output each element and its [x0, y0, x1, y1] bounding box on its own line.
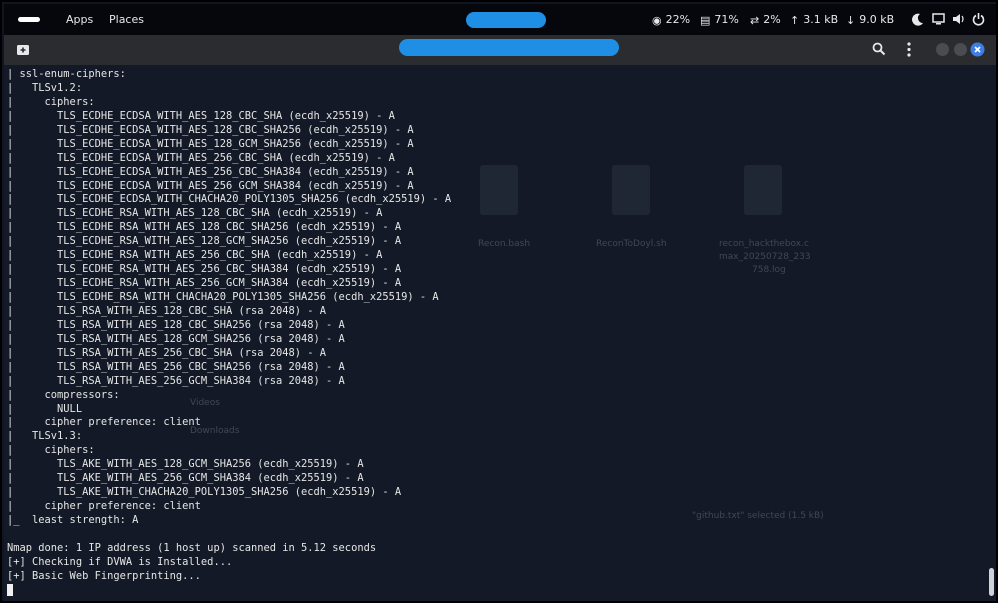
terminal-line: | cipher preference: client	[7, 500, 201, 513]
terminal-line: |_ least strength: A	[7, 514, 139, 526]
terminal-line: | TLS_ECDHE_ECDSA_WITH_CHACHA20_POLY1305…	[7, 193, 452, 206]
cpu-icon: ◉	[652, 13, 662, 27]
terminal-line: [+] Checking if DVWA is Installed...	[7, 555, 233, 568]
terminal-line: | ciphers:	[7, 95, 95, 108]
bg-file-label: recon_hackthebox.c	[719, 239, 809, 249]
terminal-line: | TLS_ECDHE_ECDSA_WITH_AES_128_CBC_SHA25…	[7, 123, 414, 136]
terminal-line: | NULL	[7, 402, 83, 415]
terminal-line: | TLS_ECDHE_ECDSA_WITH_AES_256_CBC_SHA38…	[7, 165, 414, 178]
new-tab-icon[interactable]	[16, 43, 30, 56]
bg-file-icon	[480, 165, 518, 215]
redacted-clock	[466, 12, 546, 28]
terminal-line: | TLS_AKE_WITH_CHACHA20_POLY1305_SHA256 …	[7, 486, 402, 499]
terminal-line: | TLS_ECDHE_RSA_WITH_AES_256_GCM_SHA384 …	[7, 277, 402, 290]
memory-value: 71%	[714, 13, 739, 26]
download-value: 9.0 kB	[859, 13, 895, 26]
terminal-view[interactable]: Recon.bash ReconToDoyl.sh recon_hacktheb…	[4, 65, 996, 601]
apps-menu[interactable]: Apps	[66, 4, 93, 35]
bg-file-icon	[612, 165, 650, 215]
terminal-headerbar	[4, 35, 996, 65]
download-arrow-icon: ↓	[846, 13, 856, 27]
terminal-line: Nmap done: 1 IP address (1 host up) scan…	[7, 541, 377, 554]
terminal-line: | TLS_ECDHE_RSA_WITH_AES_128_CBC_SHA256 …	[7, 221, 402, 234]
terminal-line: | TLS_AKE_WITH_AES_128_GCM_SHA256 (ecdh_…	[7, 458, 364, 471]
bg-file-label: ReconToDoyl.sh	[596, 239, 667, 249]
terminal-line: | TLS_ECDHE_ECDSA_WITH_AES_128_CBC_SHA (…	[7, 109, 395, 122]
bg-file-label: max_20250728_233	[719, 252, 811, 262]
terminal-line: | TLS_ECDHE_RSA_WITH_AES_128_GCM_SHA256 …	[7, 235, 402, 248]
screen-icon[interactable]	[932, 13, 945, 25]
search-icon[interactable]	[872, 42, 886, 56]
bg-file-icon	[744, 165, 782, 215]
terminal-line: | TLS_ECDHE_ECDSA_WITH_AES_256_GCM_SHA38…	[7, 179, 414, 192]
swap-icon: ⇄	[750, 13, 760, 27]
upload-indicator: ↑ 3.1 kB	[790, 4, 838, 35]
terminal-line: | TLS_RSA_WITH_AES_128_CBC_SHA (rsa 2048…	[7, 304, 327, 317]
terminal-line: [+] Basic Web Fingerprinting...	[7, 569, 201, 582]
screen: Apps Places ◉ 22% ▤ 71% ⇄ 2% ↑ 3.1 kB ↓ 9.0 k…	[0, 0, 998, 603]
terminal-line: | TLS_ECDHE_RSA_WITH_AES_128_CBC_SHA (ec…	[7, 207, 383, 220]
memory-indicator: ▤ 71%	[700, 4, 739, 35]
swap-value: 2%	[763, 13, 781, 26]
activities-button[interactable]	[18, 17, 40, 22]
minimize-button[interactable]	[936, 43, 949, 56]
terminal-line: | TLS_RSA_WITH_AES_128_CBC_SHA256 (rsa 2…	[7, 318, 345, 331]
download-indicator: ↓ 9.0 kB	[846, 4, 894, 35]
terminal-line: | TLS_ECDHE_RSA_WITH_CHACHA20_POLY1305_S…	[7, 291, 439, 303]
terminal-line: | TLS_RSA_WITH_AES_256_CBC_SHA256 (rsa 2…	[7, 360, 345, 373]
terminal-line: | TLS_ECDHE_ECDSA_WITH_AES_128_GCM_SHA25…	[7, 137, 414, 150]
kebab-menu-icon[interactable]	[906, 42, 912, 57]
terminal-line: | TLSv1.3:	[7, 430, 83, 443]
upload-arrow-icon: ↑	[790, 13, 800, 27]
terminal-line: | ciphers:	[7, 444, 95, 457]
terminal-line: | TLSv1.2:	[7, 81, 83, 94]
swap-indicator: ⇄ 2%	[750, 4, 781, 35]
memory-icon: ▤	[700, 13, 711, 27]
cpu-indicator: ◉ 22%	[652, 4, 690, 35]
terminal-line: | ssl-enum-ciphers:	[7, 68, 126, 80]
top-panel: Apps Places ◉ 22% ▤ 71% ⇄ 2% ↑ 3.1 kB ↓ 9.0 k…	[4, 4, 996, 35]
bg-file-label: 758.log	[752, 265, 786, 275]
terminal-output: | ssl-enum-ciphers: | TLSv1.2: | ciphers: |…	[7, 68, 451, 598]
terminal-line: | TLS_RSA_WITH_AES_256_GCM_SHA384 (rsa 2…	[7, 374, 345, 387]
terminal-line: | cipher preference: client	[7, 416, 201, 429]
night-mode-icon[interactable]	[912, 13, 924, 26]
volume-icon[interactable]	[952, 13, 966, 25]
cpu-value: 22%	[665, 13, 691, 26]
bg-file-label: Recon.bash	[478, 239, 531, 249]
terminal-line: | TLS_RSA_WITH_AES_256_CBC_SHA (rsa 2048…	[7, 346, 327, 359]
power-icon[interactable]	[972, 12, 985, 26]
scrollbar-thumb[interactable]	[989, 568, 994, 596]
text-cursor	[7, 583, 13, 596]
close-icon[interactable]	[970, 42, 985, 57]
terminal-prompt-line	[7, 583, 451, 598]
terminal-line: | TLS_ECDHE_RSA_WITH_AES_256_CBC_SHA384 …	[7, 263, 402, 276]
terminal-line: | TLS_ECDHE_ECDSA_WITH_AES_256_CBC_SHA (…	[7, 151, 395, 164]
places-menu[interactable]: Places	[109, 4, 144, 35]
bg-status-label: "github.txt" selected (1.5 kB)	[692, 511, 824, 521]
terminal-line: | TLS_RSA_WITH_AES_128_GCM_SHA256 (rsa 2…	[7, 332, 345, 345]
maximize-button[interactable]	[954, 43, 967, 56]
terminal-line: | compressors:	[7, 388, 120, 401]
upload-value: 3.1 kB	[803, 13, 839, 26]
terminal-line: | TLS_ECDHE_RSA_WITH_AES_256_CBC_SHA (ec…	[7, 249, 383, 262]
redacted-window-title	[399, 39, 619, 56]
terminal-line: | TLS_AKE_WITH_AES_256_GCM_SHA384 (ecdh_…	[7, 472, 364, 485]
